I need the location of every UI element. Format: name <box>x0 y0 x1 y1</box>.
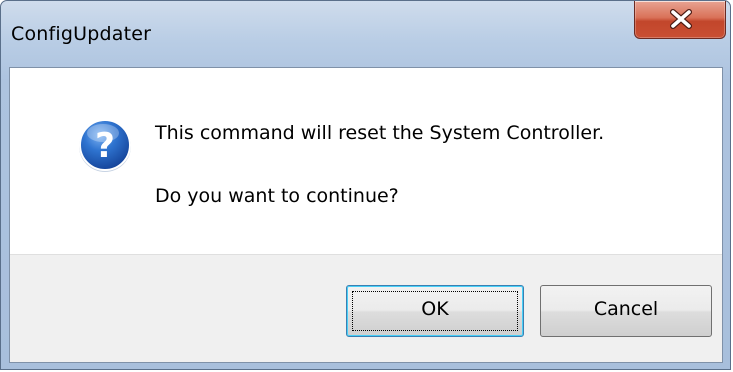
question-icon: ? <box>79 119 131 172</box>
close-x-icon <box>670 9 692 29</box>
ok-button[interactable]: OK <box>346 285 524 337</box>
title-bar[interactable]: ConfigUpdater <box>1 1 730 67</box>
cancel-button-label: Cancel <box>593 298 659 320</box>
close-button[interactable] <box>634 1 726 39</box>
button-bar: OK Cancel <box>10 254 722 362</box>
svg-text:?: ? <box>95 126 115 166</box>
cancel-button[interactable]: Cancel <box>540 285 712 337</box>
message-line-1: This command will reset the System Contr… <box>155 122 605 144</box>
dialog-window: ConfigUpdater ? This command will reset … <box>0 0 731 370</box>
message-area: ? This command will reset the System Con… <box>10 68 722 254</box>
ok-button-label: OK <box>421 298 449 320</box>
message-line-2: Do you want to continue? <box>155 185 399 207</box>
dialog-client-area: ? This command will reset the System Con… <box>9 67 723 363</box>
window-title: ConfigUpdater <box>11 23 152 45</box>
